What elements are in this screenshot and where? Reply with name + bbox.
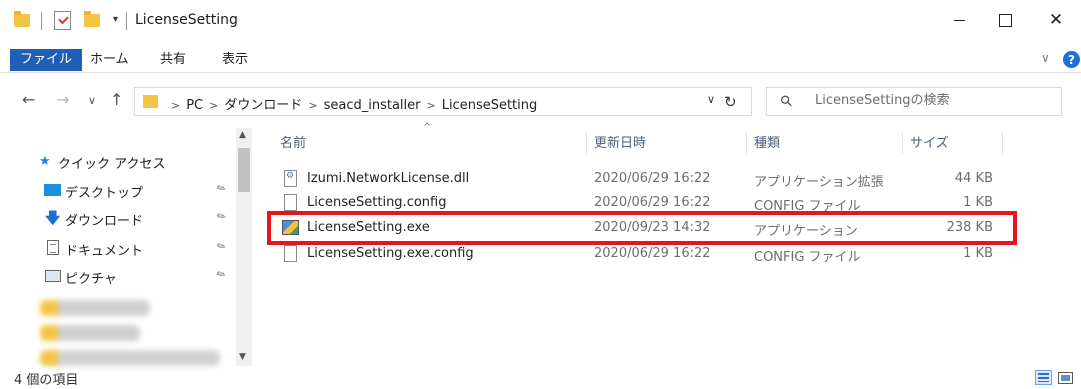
sidebar-item-label: クイック アクセス: [58, 157, 166, 172]
column-divider[interactable]: [746, 132, 747, 154]
column-divider[interactable]: [902, 132, 903, 154]
back-arrow-icon[interactable]: ←: [22, 90, 35, 109]
breadcrumb: > PC > ダウンロード > seacd_installer > LicenseSettin…: [165, 94, 537, 113]
desktop-icon: [44, 184, 61, 196]
file-size: 44 KB: [954, 171, 993, 186]
star-icon: ★: [39, 154, 51, 169]
highlight-box: [267, 211, 1017, 245]
tab-file[interactable]: ファイル: [10, 49, 83, 71]
chevron-right-icon[interactable]: >: [308, 99, 317, 112]
title-separator: [126, 12, 127, 30]
sidebar-item-downloads[interactable]: 🡇 ダウンロード ✎: [0, 206, 236, 230]
pin-icon[interactable]: ✎: [214, 267, 228, 283]
scrollbar-thumb[interactable]: [238, 148, 250, 192]
up-arrow-icon[interactable]: ↑: [110, 90, 123, 109]
scroll-up-icon[interactable]: ▲: [239, 130, 246, 140]
sidebar-item-label: ダウンロード: [65, 214, 144, 229]
column-header-size[interactable]: サイズ: [910, 128, 949, 158]
pin-icon[interactable]: ✎: [214, 239, 228, 255]
maximize-button[interactable]: [982, 0, 1028, 40]
breadcrumb-item-pc[interactable]: PC: [186, 98, 203, 113]
sort-ascending-icon: ^: [423, 122, 432, 133]
config-file-icon: [284, 194, 297, 211]
recent-locations-icon[interactable]: ∨: [88, 94, 96, 107]
search-input[interactable]: [815, 93, 1055, 108]
breadcrumb-item-downloads[interactable]: ダウンロード: [224, 98, 302, 113]
navigation-pane: ★ クイック アクセス デスクトップ ✎ 🡇 ダウンロード ✎ ドキュメント ✎…: [0, 128, 252, 368]
window-title: LicenseSetting: [135, 12, 238, 28]
help-icon[interactable]: ?: [1063, 51, 1080, 68]
pin-icon[interactable]: ✎: [214, 209, 228, 225]
search-icon: ⚲: [776, 90, 797, 112]
refresh-icon[interactable]: ↻: [724, 93, 737, 111]
pictures-icon: [45, 270, 61, 282]
address-dropdown-icon[interactable]: ∨: [707, 93, 715, 106]
table-row[interactable]: Izumi.NetworkLicense.dll 2020/06/29 16:2…: [280, 168, 993, 190]
file-date: 2020/06/29 16:22: [594, 171, 711, 186]
file-name: Izumi.NetworkLicense.dll: [307, 171, 470, 186]
chevron-right-icon: >: [171, 99, 181, 112]
folder-icon: [14, 11, 30, 27]
tab-home[interactable]: ホーム: [81, 49, 138, 71]
sidebar-item-label: ピクチャ: [65, 272, 117, 287]
column-divider[interactable]: [586, 132, 587, 154]
details-view-icon[interactable]: [1035, 370, 1052, 385]
blurred-item: [40, 325, 140, 341]
status-item-count: 4 個の項目: [14, 373, 79, 388]
pin-icon[interactable]: ✎: [214, 181, 228, 197]
column-header-name[interactable]: 名前: [280, 128, 306, 158]
folder-icon: [143, 95, 158, 108]
expand-ribbon-icon[interactable]: ∨: [1041, 51, 1050, 65]
properties-check-icon[interactable]: [54, 11, 71, 30]
minimize-button[interactable]: [936, 0, 982, 40]
file-size: 1 KB: [963, 195, 993, 210]
large-icons-view-icon[interactable]: [1058, 372, 1073, 384]
document-icon: [47, 240, 59, 255]
column-header-type[interactable]: 種類: [754, 128, 780, 158]
blurred-item: [40, 350, 220, 366]
sidebar-item-label: デスクトップ: [65, 186, 144, 201]
search-box[interactable]: ⚲: [766, 87, 1062, 116]
breadcrumb-item-seacd-installer[interactable]: seacd_installer: [324, 98, 421, 113]
config-file-icon: [284, 245, 297, 262]
address-bar[interactable]: > PC > ダウンロード > seacd_installer > LicenseSettin…: [134, 87, 752, 116]
dll-file-icon: [284, 170, 297, 187]
file-size: 1 KB: [963, 246, 993, 261]
customize-quick-access-icon[interactable]: ▾: [113, 14, 118, 25]
sidebar-item-documents[interactable]: ドキュメント ✎: [0, 236, 236, 260]
column-divider[interactable]: [1002, 132, 1003, 154]
chevron-right-icon[interactable]: >: [426, 99, 435, 112]
new-folder-icon[interactable]: [84, 11, 100, 27]
toolbar-separator: [41, 12, 42, 30]
column-header-date[interactable]: 更新日時: [594, 128, 646, 158]
file-type: アプリケーション拡張: [754, 175, 884, 190]
breadcrumb-item-licensesetting[interactable]: LicenseSetting: [442, 98, 538, 113]
close-button[interactable]: ✕: [1033, 0, 1079, 40]
file-name: LicenseSetting.exe.config: [307, 246, 474, 261]
title-bar: ▾ LicenseSetting ✕: [0, 0, 1081, 46]
file-date: 2020/06/29 16:22: [594, 195, 711, 210]
download-icon: 🡇: [45, 209, 61, 227]
tab-share[interactable]: 共有: [151, 49, 195, 71]
blurred-item: [40, 300, 150, 316]
table-row[interactable]: LicenseSetting.exe.config 2020/06/29 16:…: [280, 243, 993, 265]
file-list: ^ 名前 更新日時 種類 サイズ Izumi.NetworkLicense.dl…: [270, 122, 1010, 368]
sidebar-item-label: ドキュメント: [65, 244, 144, 259]
sidebar-item-quick-access[interactable]: ★ クイック アクセス: [0, 149, 236, 173]
file-name: LicenseSetting.config: [307, 195, 447, 210]
tab-view[interactable]: 表示: [213, 49, 257, 71]
scroll-down-icon[interactable]: ▼: [239, 352, 246, 362]
file-type: CONFIG ファイル: [754, 250, 861, 265]
sidebar-item-desktop[interactable]: デスクトップ ✎: [0, 178, 236, 202]
sidebar-item-pictures[interactable]: ピクチャ ✎: [0, 264, 236, 288]
chevron-right-icon[interactable]: >: [209, 99, 218, 112]
file-date: 2020/06/29 16:22: [594, 246, 711, 261]
ribbon-tabs: ファイル ホーム 共有 表示 ∨ ?: [0, 46, 1081, 73]
forward-arrow-icon[interactable]: →: [56, 90, 69, 109]
